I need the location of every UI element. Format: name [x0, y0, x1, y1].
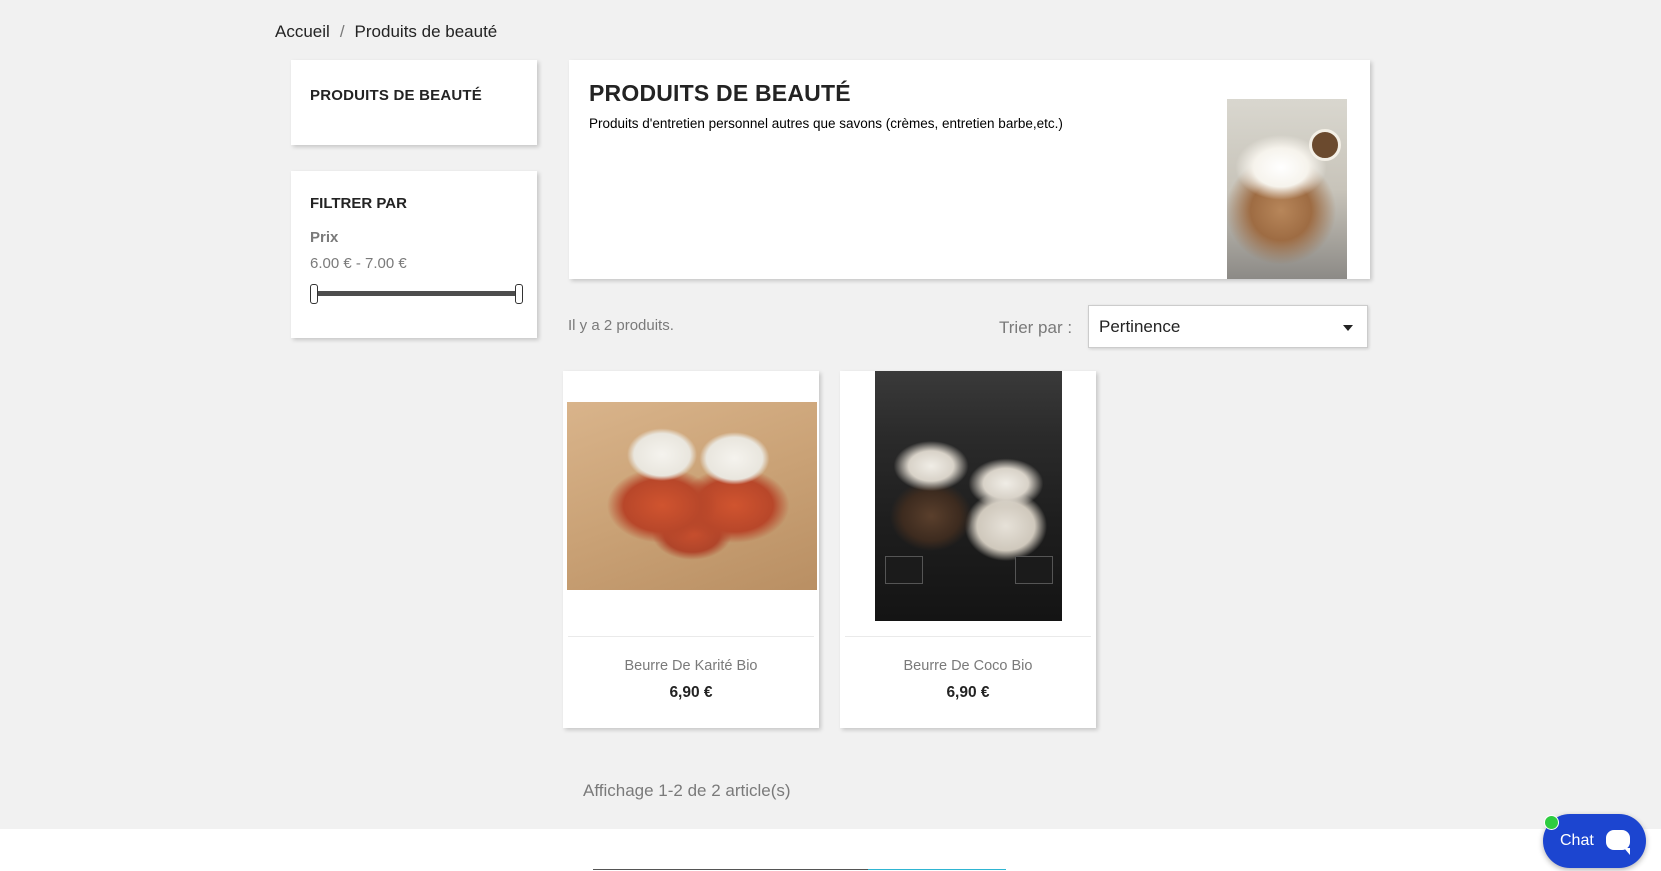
sidebar-category-block: PRODUITS DE BEAUTÉ — [291, 60, 537, 145]
product-divider — [568, 636, 814, 637]
product-count: Il y a 2 produits. — [568, 317, 674, 334]
price-slider-track[interactable] — [313, 291, 519, 296]
footer-accent-divider — [868, 869, 1006, 870]
breadcrumb-home-link[interactable]: Accueil — [275, 22, 330, 41]
pagination-summary: Affichage 1-2 de 2 article(s) — [583, 781, 791, 800]
product-image[interactable] — [567, 402, 817, 590]
footer — [0, 829, 1661, 871]
product-price: 6,90 € — [669, 684, 713, 701]
category-header: PRODUITS DE BEAUTÉ Produits d'entretien … — [569, 60, 1370, 279]
product-name[interactable]: Beurre De Karité Bio — [563, 658, 819, 674]
price-slider-min-handle[interactable] — [310, 284, 318, 304]
price-slider-max-handle[interactable] — [515, 284, 523, 304]
product-card[interactable]: Beurre De Karité Bio 6,90 € — [563, 371, 819, 728]
category-image — [1227, 99, 1347, 279]
sort-select[interactable]: Pertinence — [1088, 305, 1368, 348]
price-tag-sign — [1015, 556, 1053, 584]
product-card[interactable]: Beurre De Coco Bio 6,90 € — [840, 371, 1096, 728]
sidebar-filter-block: FILTRER PAR Prix 6.00 € - 7.00 € — [291, 171, 537, 338]
product-divider — [845, 636, 1091, 637]
filter-title: FILTRER PAR — [310, 195, 407, 212]
filter-price-range: 6.00 € - 7.00 € — [310, 255, 407, 272]
sort-select-value: Pertinence — [1099, 317, 1181, 336]
product-price: 6,90 € — [946, 684, 990, 701]
sort-label: Trier par : — [999, 318, 1073, 337]
online-status-icon — [1544, 815, 1559, 830]
chevron-down-icon — [1343, 325, 1353, 331]
chat-bubble-icon — [1606, 830, 1630, 855]
filter-price-label: Prix — [310, 229, 339, 246]
breadcrumb-current[interactable]: Produits de beauté — [355, 22, 498, 41]
category-description: Produits d'entretien personnel autres qu… — [589, 116, 1063, 131]
price-tag-sign — [885, 556, 923, 584]
sidebar-category-title[interactable]: PRODUITS DE BEAUTÉ — [310, 87, 482, 104]
breadcrumb-separator: / — [339, 22, 345, 41]
coconut-shape — [1309, 129, 1341, 161]
chat-label: Chat — [1560, 832, 1594, 849]
breadcrumb: Accueil / Produits de beauté — [275, 22, 497, 42]
product-image[interactable] — [875, 371, 1062, 621]
footer-divider — [593, 869, 868, 870]
category-title: PRODUITS DE BEAUTÉ — [589, 80, 851, 106]
chat-button[interactable]: Chat — [1543, 814, 1646, 868]
product-name[interactable]: Beurre De Coco Bio — [840, 658, 1096, 674]
